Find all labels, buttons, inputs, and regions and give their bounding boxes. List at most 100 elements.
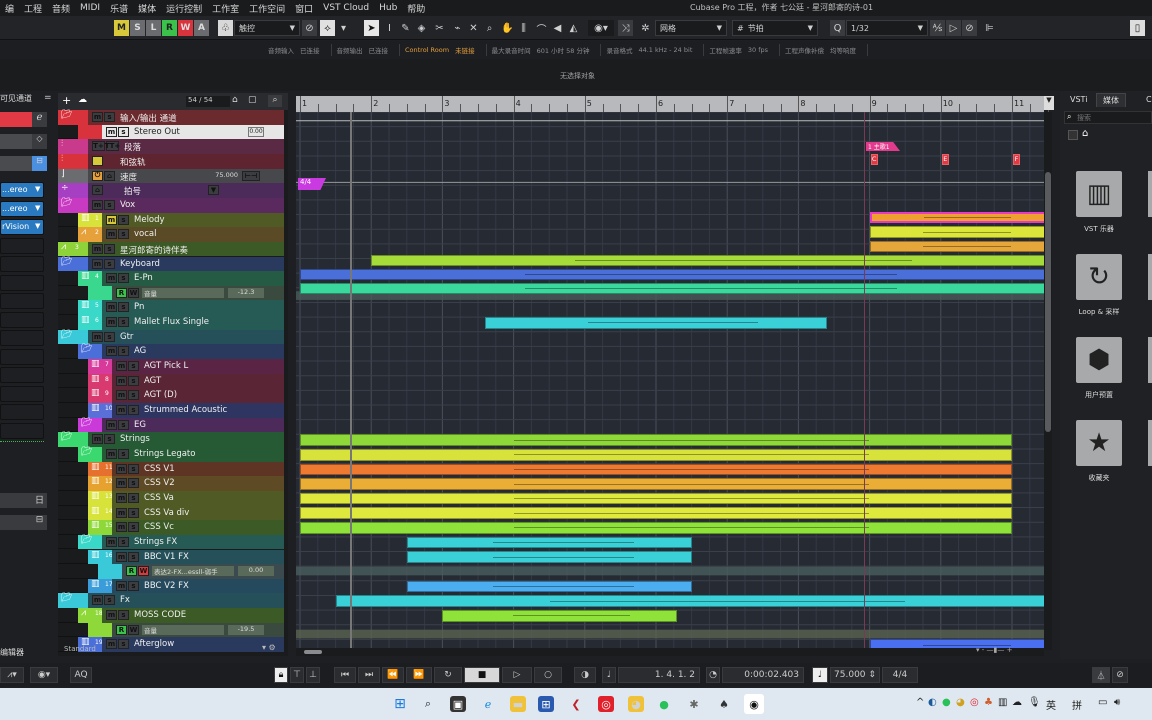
track-color-strip[interactable]: ▥ 10 — [88, 403, 113, 418]
track-color-strip[interactable]: 📂︎ — [58, 110, 88, 125]
tempo-value[interactable]: 75.000 — [208, 171, 238, 181]
solo-button[interactable]: s — [104, 258, 115, 269]
solo-button[interactable]: s — [128, 522, 139, 533]
track-row[interactable]: 📂︎ m s Keyboard — [58, 256, 284, 272]
status-value[interactable]: 30 fps — [748, 46, 768, 54]
chord-assistant-button[interactable] — [92, 155, 103, 166]
menu-item[interactable]: 音频 — [47, 2, 75, 15]
track-row[interactable]: ▥ 8 m s AGT — [58, 373, 284, 389]
store-icon[interactable]: ⊞ — [538, 696, 554, 712]
edge-icon[interactable]: ℯ — [480, 696, 496, 712]
nudge-icon[interactable]: ⟡ — [320, 20, 335, 36]
app-icon[interactable]: ✱ — [686, 696, 702, 712]
track-color-strip[interactable] — [88, 285, 112, 301]
track-row[interactable]: R W 音量 -19.5 — [58, 622, 284, 638]
track-row[interactable]: ▥ 16 m s BBC V1 FX — [58, 549, 284, 565]
chevron-down-icon[interactable]: ▼ — [35, 204, 40, 212]
chord-event[interactable]: E — [941, 153, 949, 165]
fast-forward-icon[interactable]: ⏩ — [406, 667, 432, 683]
editor-tab[interactable]: 编辑器 — [0, 647, 24, 658]
event-clip[interactable] — [300, 434, 1012, 446]
automation-mode-select[interactable]: 触控 ▼ — [234, 20, 300, 36]
write-automation-button[interactable]: W — [138, 566, 149, 577]
track-row[interactable]: 📂︎ m s AG — [58, 344, 284, 360]
search-icon[interactable]: ⌕ — [268, 95, 282, 107]
track-row[interactable]: ▥ 6 m s Mallet Flux Single — [58, 315, 284, 330]
automation-parameter[interactable]: 音量 — [142, 624, 224, 635]
track-name[interactable]: Pn — [134, 302, 144, 312]
solo-button[interactable]: s — [118, 273, 129, 284]
channel-slot[interactable] — [0, 385, 44, 402]
mute-button[interactable]: m — [106, 448, 117, 459]
auto-quantize-icon[interactable]: ⊘ — [962, 20, 977, 36]
solo-button[interactable]: s — [128, 463, 139, 474]
track-row[interactable]: ▥ 14 m s CSS Va div — [58, 505, 284, 521]
track-row[interactable]: ⌋ ⏻ ⌂ 75.000 ⊢⊣ 速度 — [58, 168, 284, 184]
menu-item[interactable]: MIDI — [75, 3, 105, 13]
chevron-down-icon[interactable]: ▼ — [35, 185, 40, 193]
solo-button[interactable]: s — [118, 229, 129, 240]
mute-button[interactable]: m — [106, 229, 117, 240]
mute-button[interactable]: m — [92, 199, 103, 210]
mute-button[interactable]: m — [92, 595, 103, 606]
channel-slot[interactable] — [0, 330, 44, 346]
scrollbar-thumb[interactable] — [1045, 172, 1051, 432]
channel-slot[interactable] — [0, 404, 44, 420]
eraser-tool-icon[interactable]: ◈ — [414, 20, 429, 36]
add-marker-button[interactable]: TT+ — [105, 141, 120, 152]
metronome-menu-icon[interactable]: ◉▾ — [30, 667, 58, 683]
event-clip[interactable] — [485, 317, 827, 329]
cubase-icon[interactable]: ❮ — [568, 696, 584, 712]
chevron-down-icon[interactable]: ▼ — [35, 222, 40, 230]
track-color-strip[interactable]: ⌋ — [58, 168, 88, 184]
solo-button[interactable]: s — [118, 639, 129, 650]
lock-icon[interactable]: 🔒︎ — [274, 667, 288, 683]
mute-button[interactable]: m — [116, 405, 127, 415]
waveform-icon[interactable]: ⩘▾ — [0, 667, 24, 683]
secondary-time-display[interactable]: 0:00:02.403 — [722, 667, 804, 683]
status-value[interactable]: 未链接 — [455, 45, 475, 55]
tray-overflow-icon[interactable]: ^ — [916, 697, 924, 708]
read-automation-button[interactable]: R — [116, 624, 127, 635]
track-name[interactable]: 星河郎寄的诗伴奏 — [120, 244, 188, 256]
mute-button[interactable]: m — [92, 243, 103, 254]
chevron-down-icon[interactable]: ▾ — [336, 20, 351, 36]
track-name[interactable]: Strummed Acoustic — [144, 405, 227, 415]
track-name[interactable]: Gtr — [120, 332, 133, 342]
track-row[interactable]: ▥ 4 m s E-Pn — [58, 271, 284, 286]
solo-button[interactable]: s — [128, 551, 139, 562]
mute-button[interactable]: m — [106, 536, 117, 547]
event-clip[interactable] — [300, 282, 1044, 295]
track-row[interactable]: R W 音量 -12.3 — [58, 285, 284, 301]
track-name[interactable]: 拍号 — [124, 185, 141, 197]
quantize-icon[interactable]: Q — [830, 20, 845, 36]
track-name[interactable]: Melody — [134, 215, 165, 225]
solo-button[interactable]: s — [104, 595, 115, 606]
track-row[interactable]: ⩘ 18 m s MOSS CODE — [58, 608, 284, 623]
add-marker-button[interactable]: T+ — [92, 141, 105, 152]
clock-icon[interactable]: ◔ — [706, 667, 720, 683]
track-row[interactable]: 📂︎ m s Vox — [58, 197, 284, 213]
layout-toggle-icon[interactable]: ▯ — [1130, 20, 1145, 36]
media-tile[interactable]: ⬢ — [1076, 337, 1122, 383]
channel-slot[interactable] — [0, 367, 44, 383]
event-clip[interactable] — [300, 268, 1044, 281]
track-name[interactable]: 和弦轨 — [120, 156, 146, 168]
select-checkbox[interactable] — [1068, 130, 1078, 140]
mute-button[interactable]: m — [116, 463, 127, 474]
track-color-strip[interactable]: ▥ 12 — [88, 476, 113, 491]
precount-icon[interactable]: ⊘ — [1112, 667, 1128, 683]
solo-button[interactable]: s — [128, 405, 139, 415]
media-tile[interactable]: ★ — [1076, 420, 1122, 466]
track-color-strip[interactable]: ▥ 15 — [88, 520, 113, 535]
project-window-event-display[interactable]: 4/4 1 主歌1 CEF — [296, 112, 1044, 654]
track-name[interactable]: E-Pn — [134, 273, 153, 283]
owl-tray-icon[interactable]: ◕ — [956, 697, 965, 708]
track-color-strip[interactable]: 📂︎ — [78, 534, 102, 550]
track-row[interactable]: 📂︎ m s Gtr — [58, 329, 284, 345]
menu-item[interactable]: 乐谱 — [105, 2, 133, 15]
ime-mode[interactable]: 拼 — [1072, 697, 1082, 712]
event-clip[interactable] — [442, 610, 678, 622]
track-color-strip[interactable]: 📂︎ — [58, 329, 88, 345]
tempo-power-button[interactable]: ⏻ — [92, 170, 103, 181]
